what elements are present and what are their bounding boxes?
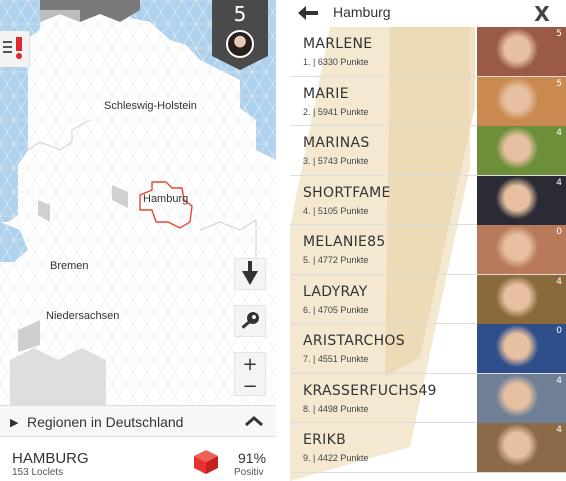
- player-level-badge: 0: [556, 227, 562, 237]
- label-schleswig-holstein: Schleswig-Holstein: [104, 100, 197, 112]
- player-name: ARISTARCHOS: [303, 333, 405, 349]
- city-status: HAMBURG 153 Loclets 91% Positiv: [0, 437, 276, 481]
- cube-icon[interactable]: [192, 448, 220, 476]
- player-photo[interactable]: 4: [477, 423, 566, 472]
- player-rank-points: 5. | 4772 Punkte: [303, 255, 369, 265]
- leaderboard-row[interactable]: KRASSERFUCHS49 8. | 4498 Punkte 4: [290, 373, 566, 423]
- label-hamburg[interactable]: Hamburg: [143, 193, 188, 205]
- player-level-badge: 5: [556, 29, 562, 39]
- player-rank-points: 6. | 4705 Punkte: [303, 304, 369, 315]
- player-photo[interactable]: 0: [477, 225, 566, 274]
- player-photo-image: [477, 324, 566, 373]
- user-avatar[interactable]: [226, 30, 254, 58]
- player-photo[interactable]: 5: [477, 76, 566, 126]
- score-counter: 5: [233, 2, 247, 26]
- player-level-badge: 4: [556, 276, 562, 287]
- leaderboard-screen: Hamburg X MARLENE 1. | 6330 Punkte 5 MARIE 2…: [290, 0, 566, 481]
- close-icon: X: [534, 1, 550, 26]
- label-bremen[interactable]: Bremen: [50, 260, 89, 272]
- player-rank-points: 8. | 4498 Punkte: [303, 403, 369, 414]
- player-photo-image: [477, 76, 566, 126]
- status-percent: 91%: [238, 450, 267, 466]
- leaderboard-list: MARLENE 1. | 6330 Punkte 5 MARIE 2. | 5941 P…: [290, 27, 566, 473]
- player-photo-image: [477, 27, 566, 76]
- status-positiv: Positiv: [234, 467, 264, 478]
- map-screen: 5 Schleswig-Holstein Hamburg Bremen Nied…: [0, 0, 276, 481]
- leaderboard-row[interactable]: LADYRAY 6. | 4705 Punkte 4: [290, 274, 566, 324]
- key-button[interactable]: [234, 305, 266, 337]
- alert-icon: [3, 37, 22, 59]
- chevron-up-icon[interactable]: [244, 415, 264, 427]
- screen-divider: [276, 0, 290, 481]
- compass-arrow-icon: [242, 261, 258, 285]
- player-rank-points: 1. | 6330 Punkte: [303, 57, 369, 67]
- player-photo-image: [477, 126, 566, 175]
- leaderboard-row[interactable]: SHORTFAME 4. | 5105 Punkte 4: [290, 175, 566, 225]
- player-name: ERIKB: [303, 432, 346, 448]
- player-name: MARIE: [303, 85, 349, 102]
- player-level-badge: 4: [556, 128, 562, 138]
- leaderboard-row[interactable]: MELANIE85 5. | 4772 Punkte 0: [290, 225, 566, 275]
- player-photo-image: [477, 175, 566, 225]
- leaderboard-header: Hamburg X: [290, 0, 566, 27]
- zoom-controls: + −: [234, 352, 266, 397]
- leaderboard-row[interactable]: MARINAS 3. | 5743 Punkte 4: [290, 126, 566, 176]
- leaderboard-row[interactable]: ERIKB 9. | 4422 Punkte 4: [290, 423, 566, 473]
- leaderboard-row[interactable]: MARLENE 1. | 6330 Punkte 5: [290, 27, 566, 77]
- zoom-in-button[interactable]: +: [235, 353, 265, 375]
- status-loclets: 153 Loclets: [12, 467, 64, 478]
- player-name: MARLENE: [303, 36, 373, 52]
- player-name: MARINAS: [303, 135, 370, 151]
- leaderboard-row[interactable]: ARISTARCHOS 7. | 4551 Punkte 0: [290, 324, 566, 374]
- key-icon: [241, 312, 259, 329]
- locate-button[interactable]: [234, 258, 266, 290]
- player-rank-points: 3. | 5743 Punkte: [303, 156, 369, 166]
- player-photo[interactable]: 4: [477, 274, 566, 324]
- region-map[interactable]: [0, 0, 276, 405]
- region-selector-label: Regionen in Deutschland: [27, 414, 184, 430]
- leaderboard-title: Hamburg: [333, 4, 391, 20]
- player-photo[interactable]: 4: [477, 126, 566, 175]
- leaderboard-row[interactable]: MARIE 2. | 5941 Punkte 5: [290, 76, 566, 126]
- player-level-badge: 4: [556, 177, 562, 188]
- player-level-badge: 0: [556, 326, 562, 336]
- player-name: LADYRAY: [303, 283, 368, 300]
- close-button[interactable]: X: [518, 0, 566, 27]
- player-name: MELANIE85: [303, 234, 386, 250]
- player-name: SHORTFAME: [303, 184, 391, 201]
- player-photo[interactable]: 5: [477, 27, 566, 76]
- player-photo-image: [477, 423, 566, 472]
- play-icon: ▶: [10, 417, 19, 429]
- player-photo[interactable]: 4: [477, 175, 566, 225]
- label-niedersachsen[interactable]: Niedersachsen: [46, 310, 119, 322]
- zoom-out-button[interactable]: −: [235, 375, 265, 397]
- player-name: KRASSERFUCHS49: [303, 382, 437, 399]
- player-photo-image: [477, 373, 566, 423]
- player-level-badge: 4: [556, 425, 562, 435]
- player-rank-points: 7. | 4551 Punkte: [303, 354, 369, 364]
- player-rank-points: 2. | 5941 Punkte: [303, 106, 369, 117]
- player-photo[interactable]: 4: [477, 373, 566, 423]
- player-photo-image: [477, 274, 566, 324]
- player-rank-points: 4. | 5105 Punkte: [303, 205, 369, 216]
- player-photo[interactable]: 0: [477, 324, 566, 373]
- status-city-name: HAMBURG: [12, 450, 89, 467]
- player-rank-points: 9. | 4422 Punkte: [303, 453, 369, 463]
- player-level-badge: 5: [556, 78, 562, 89]
- region-selector[interactable]: ▶ Regionen in Deutschland: [0, 405, 276, 437]
- alert-button[interactable]: [0, 31, 30, 67]
- player-photo-image: [477, 225, 566, 274]
- back-arrow-icon[interactable]: [298, 5, 320, 21]
- player-level-badge: 4: [556, 375, 562, 386]
